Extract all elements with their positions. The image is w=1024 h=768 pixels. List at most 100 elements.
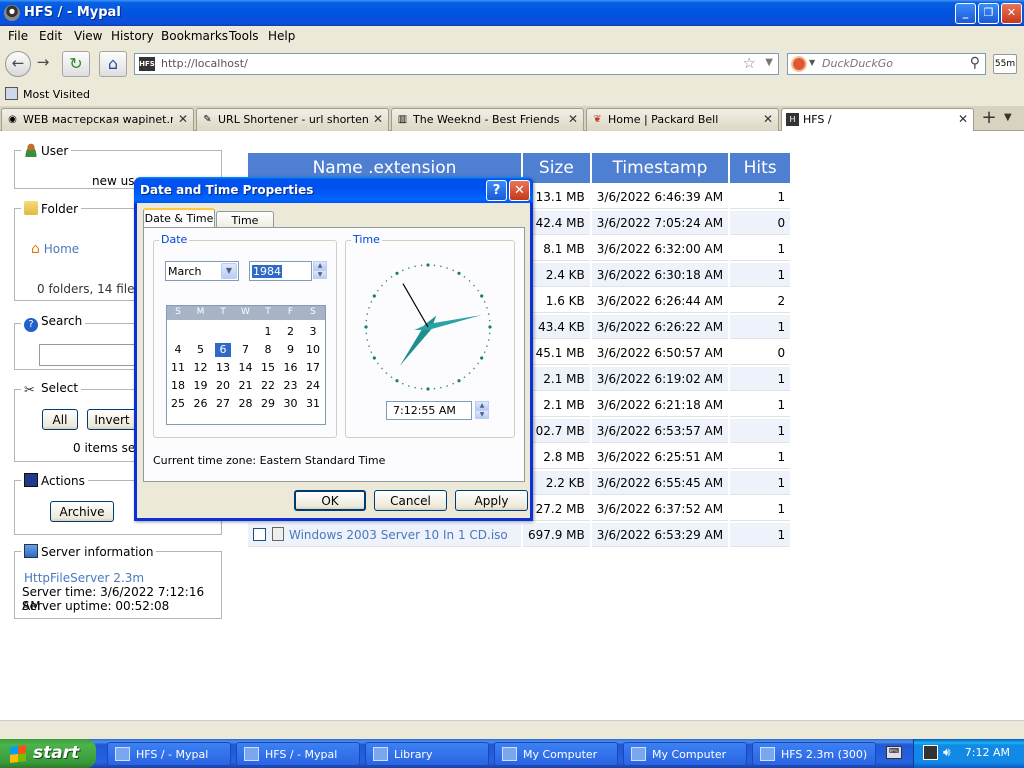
- calendar-day[interactable]: 2: [283, 325, 299, 339]
- calendar-day[interactable]: 24: [305, 379, 321, 393]
- calendar-day[interactable]: 13: [215, 361, 231, 375]
- tab-close-icon[interactable]: ✕: [763, 112, 773, 126]
- dialog-titlebar[interactable]: Date and Time Properties ? ✕: [134, 177, 533, 203]
- taskbar-item-library[interactable]: Library: [365, 742, 489, 766]
- calendar-day[interactable]: 26: [193, 397, 209, 411]
- year-field[interactable]: 1984: [249, 261, 312, 281]
- calendar-day[interactable]: 19: [193, 379, 209, 393]
- spin-down-icon[interactable]: ▼: [313, 270, 327, 279]
- calendar-day[interactable]: 6: [215, 343, 231, 357]
- search-bar[interactable]: ▼ ⚲: [787, 53, 986, 75]
- duckduckgo-icon[interactable]: [791, 56, 807, 72]
- calendar-day[interactable]: 12: [193, 361, 209, 375]
- hfs-version-link[interactable]: HttpFileServer 2.3m: [24, 571, 144, 585]
- file-name-cell[interactable]: Windows 2003 Server 10 In 1 CD.iso: [248, 523, 521, 547]
- column-hits[interactable]: Hits: [730, 153, 791, 183]
- calendar-day[interactable]: 21: [238, 379, 254, 393]
- menu-edit[interactable]: Edit: [39, 29, 62, 43]
- calendar-day[interactable]: 14: [238, 361, 254, 375]
- file-checkbox[interactable]: [253, 528, 266, 541]
- chevron-down-icon[interactable]: ▼: [221, 263, 237, 279]
- reload-icon[interactable]: ↻: [62, 51, 90, 77]
- column-size[interactable]: Size: [523, 153, 590, 183]
- bookmark-star-icon[interactable]: ☆: [743, 54, 756, 72]
- calendar-day[interactable]: 27: [215, 397, 231, 411]
- calendar-day[interactable]: 4: [170, 343, 186, 357]
- hfs-tray-icon[interactable]: [923, 745, 938, 760]
- time-spinner[interactable]: ▲ ▼: [475, 401, 489, 419]
- taskbar-item-my-computer-1[interactable]: My Computer: [494, 742, 618, 766]
- url-text[interactable]: http://localhost/: [161, 57, 248, 70]
- spin-up-icon[interactable]: ▲: [475, 401, 489, 410]
- month-select[interactable]: March ▼: [165, 261, 239, 281]
- calendar-day[interactable]: 11: [170, 361, 186, 375]
- search-field[interactable]: [39, 344, 149, 366]
- calendar-day[interactable]: 17: [305, 361, 321, 375]
- invert-selection-button[interactable]: Invert: [87, 409, 137, 430]
- menu-tools[interactable]: Tools: [229, 29, 259, 43]
- maximize-button[interactable]: ❐: [978, 3, 999, 24]
- time-field[interactable]: 7:12:55 AM: [386, 401, 472, 420]
- minimize-button[interactable]: _: [955, 3, 976, 24]
- menu-help[interactable]: Help: [268, 29, 295, 43]
- new-tab-icon[interactable]: +: [978, 108, 1000, 130]
- search-engine-caret-icon[interactable]: ▼: [809, 58, 815, 67]
- taskbar-item-hfs-server[interactable]: HFS 2.3m (300): [752, 742, 876, 766]
- apply-button[interactable]: Apply: [455, 490, 528, 511]
- magnifier-icon[interactable]: ⚲: [970, 55, 980, 71]
- select-all-button[interactable]: All: [42, 409, 78, 430]
- help-button[interactable]: ?: [486, 180, 507, 201]
- home-icon[interactable]: ⌂: [99, 51, 127, 77]
- calendar-day[interactable]: 22: [260, 379, 276, 393]
- tab-the-weeknd[interactable]: ▥ The Weeknd - Best Friends : ... ✕: [391, 108, 584, 131]
- taskbar-item-hfs-mypal-1[interactable]: HFS / - Mypal: [107, 742, 231, 766]
- tab-wapinet[interactable]: ◉ WEB мастерская wapinet.ru ... ✕: [1, 108, 194, 131]
- calendar-day[interactable]: 1: [260, 325, 276, 339]
- taskbar-item-hfs-mypal-2[interactable]: HFS / - Mypal: [236, 742, 360, 766]
- home-link[interactable]: ⌂ Home: [31, 242, 79, 256]
- ok-button[interactable]: OK: [294, 490, 366, 511]
- tab-url-shortener[interactable]: ✎ URL Shortener - url shortenin... ✕: [196, 108, 389, 131]
- table-row[interactable]: Windows 2003 Server 10 In 1 CD.iso 697.9 …: [248, 523, 791, 547]
- calendar-day[interactable]: 28: [238, 397, 254, 411]
- menu-bookmarks[interactable]: Bookmarks: [161, 29, 228, 43]
- calendar-day[interactable]: 8: [260, 343, 276, 357]
- most-visited-link[interactable]: Most Visited: [23, 88, 90, 101]
- calendar-day[interactable]: 18: [170, 379, 186, 393]
- taskbar-clock[interactable]: 7:12 AM: [965, 746, 1010, 759]
- calendar-day[interactable]: 31: [305, 397, 321, 411]
- keyboard-icon[interactable]: ⌨: [886, 746, 902, 759]
- column-timestamp[interactable]: Timestamp: [591, 153, 729, 183]
- volume-icon[interactable]: 🔊︎: [943, 745, 951, 760]
- calendar-day[interactable]: 29: [260, 397, 276, 411]
- year-spinner[interactable]: ▲ ▼: [313, 261, 327, 279]
- calendar-day[interactable]: 5: [193, 343, 209, 357]
- menu-file[interactable]: File: [8, 29, 28, 43]
- calendar-day[interactable]: 10: [305, 343, 321, 357]
- calendar-day[interactable]: 15: [260, 361, 276, 375]
- forward-arrow-icon[interactable]: →: [32, 51, 54, 77]
- calendar-day[interactable]: 9: [283, 343, 299, 357]
- cancel-button[interactable]: Cancel: [374, 490, 447, 511]
- spin-up-icon[interactable]: ▲: [313, 261, 327, 270]
- start-button[interactable]: start: [0, 739, 96, 768]
- calendar-day[interactable]: 7: [238, 343, 254, 357]
- tab-packard-bell[interactable]: ❦ Home | Packard Bell ✕: [586, 108, 779, 131]
- month-calendar[interactable]: SMTWTFS 1 2 3 4 5 6 7 8 9 10 11 12 13 14 15 16 17 18 19 20 2…: [166, 305, 326, 425]
- search-input[interactable]: [820, 56, 960, 71]
- menu-history[interactable]: History: [111, 29, 154, 43]
- menu-view[interactable]: View: [74, 29, 102, 43]
- taskbar-item-my-computer-2[interactable]: My Computer: [623, 742, 747, 766]
- extension-button[interactable]: 55m: [993, 54, 1017, 74]
- spin-down-icon[interactable]: ▼: [475, 410, 489, 419]
- calendar-day[interactable]: 30: [283, 397, 299, 411]
- tab-close-icon[interactable]: ✕: [568, 112, 578, 126]
- back-arrow-icon[interactable]: ←: [5, 51, 31, 77]
- url-bar[interactable]: HFS http://localhost/ ☆ ▼: [134, 53, 779, 75]
- close-button[interactable]: ✕: [1001, 3, 1022, 24]
- tab-close-icon[interactable]: ✕: [373, 112, 383, 126]
- calendar-day[interactable]: 20: [215, 379, 231, 393]
- calendar-day[interactable]: 16: [283, 361, 299, 375]
- tab-hfs[interactable]: H HFS / ✕: [781, 108, 974, 132]
- calendar-day[interactable]: 3: [305, 325, 321, 339]
